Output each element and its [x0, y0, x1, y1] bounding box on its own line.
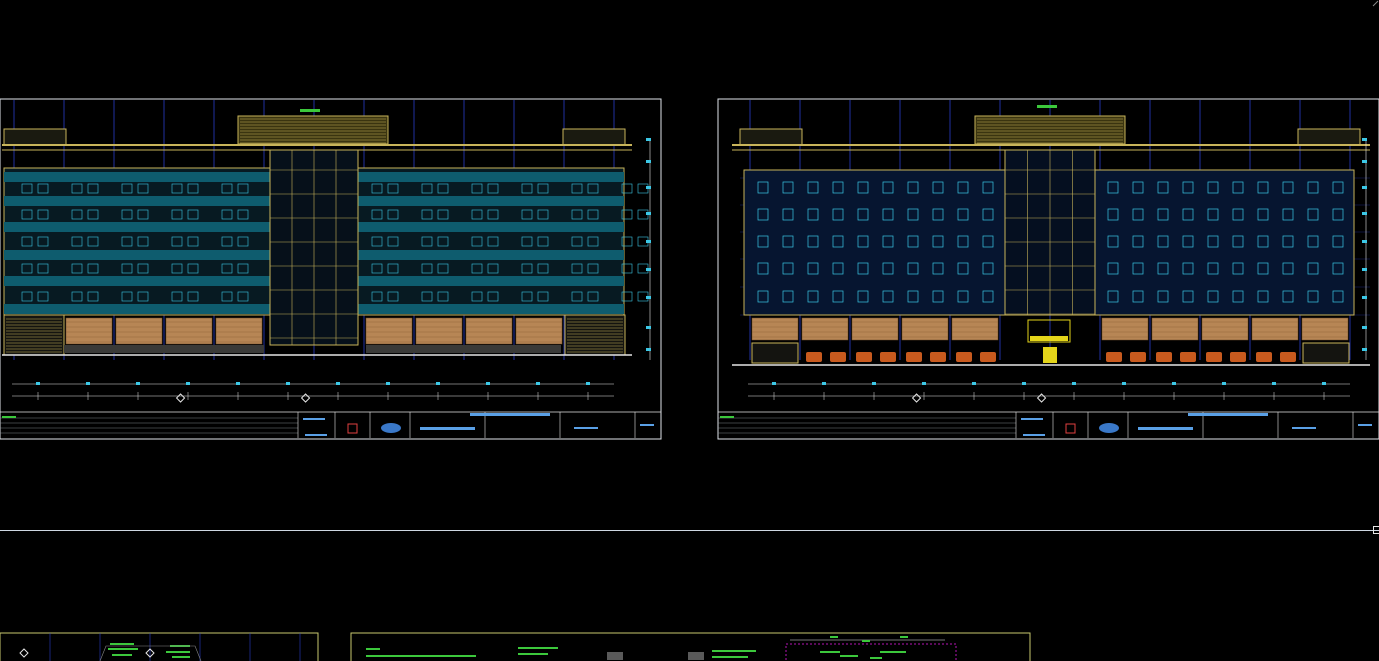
viewport-resize-grip-icon[interactable]: [1372, 0, 1379, 7]
roof-structure-left: [3, 128, 67, 146]
cad-drawing-canvas[interactable]: [0, 0, 1379, 661]
side-hatch-left: [751, 342, 799, 364]
main-entrance-door: [1043, 347, 1057, 363]
roof-structure-left: [739, 128, 803, 146]
roof-structure-right: [562, 128, 626, 146]
roof-structure-right: [1297, 128, 1361, 146]
roof-label: [300, 109, 320, 112]
cursor-crosshair-horizontal: [0, 530, 1379, 531]
side-hatch-right: [1302, 342, 1350, 364]
cursor-pickbox: [1373, 526, 1379, 534]
roof-label: [1037, 105, 1057, 108]
cad-viewport[interactable]: [0, 0, 1379, 661]
facade-left-wing: [3, 167, 271, 316]
